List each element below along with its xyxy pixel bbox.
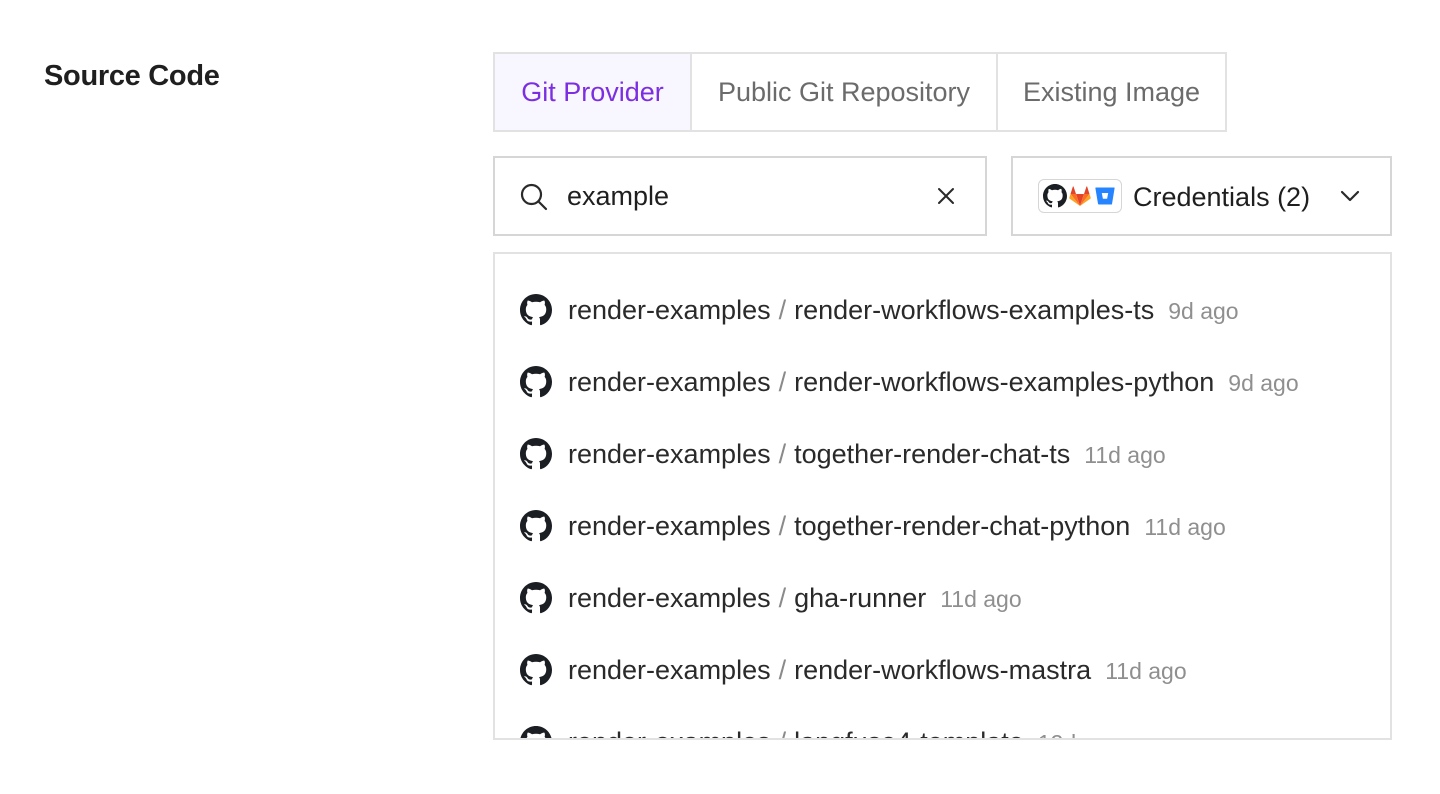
- repo-owner: render-examples: [568, 583, 771, 613]
- repo-name: render-workflows-mastra: [794, 655, 1092, 685]
- repo-row[interactable]: render-examples / together-render-chat-pyt…: [495, 496, 1390, 556]
- repo-owner: render-examples: [568, 367, 771, 397]
- gitlab-icon: [1068, 184, 1092, 208]
- repo-row[interactable]: render-examples / together-render-chat-ts 1…: [495, 424, 1390, 484]
- repo-updated: 9d ago: [1228, 370, 1299, 396]
- repo-separator: /: [778, 439, 787, 469]
- repo-search-box: [493, 156, 987, 236]
- repo-name: together-render-chat-python: [794, 511, 1131, 541]
- repo-separator: /: [778, 511, 787, 541]
- repo-updated: 11d ago: [940, 586, 1022, 612]
- repo-separator: /: [778, 583, 787, 613]
- github-icon: [520, 294, 552, 326]
- repo-separator: /: [778, 367, 787, 397]
- provider-icons: [1038, 179, 1122, 213]
- repo-name: gha-runner: [794, 583, 927, 613]
- repo-row[interactable]: render-examples / gha-runner 11d ago: [495, 568, 1390, 628]
- repo-label: render-examples / gha-runner 11d ago: [568, 578, 1022, 619]
- github-icon: [520, 438, 552, 470]
- repo-name: render-workflows-examples-python: [794, 367, 1215, 397]
- repo-updated: 11d ago: [1084, 442, 1166, 468]
- repo-separator: /: [778, 655, 787, 685]
- github-icon: [520, 510, 552, 542]
- section-title: Source Code: [44, 60, 220, 92]
- repo-updated: 12d ago: [1038, 730, 1121, 738]
- repo-label: render-examples / together-render-chat-ts 1…: [568, 434, 1166, 475]
- github-icon: [520, 726, 552, 738]
- github-icon: [520, 654, 552, 686]
- repo-row[interactable]: render-examples / render-workflows-mastra 1…: [495, 640, 1390, 700]
- tab-public-git-repository[interactable]: Public Git Repository: [690, 54, 996, 130]
- repo-updated: 11d ago: [1144, 514, 1226, 540]
- repo-updated: 9d ago: [1168, 298, 1239, 324]
- repo-owner: render-examples: [568, 295, 771, 325]
- repo-row[interactable]: render-examples / render-workflows-example…: [495, 280, 1390, 340]
- repo-row[interactable]: render-examples / render-workflows-example…: [495, 352, 1390, 412]
- github-icon: [520, 582, 552, 614]
- repo-separator: /: [779, 727, 787, 738]
- repo-owner: render-examples: [568, 727, 771, 738]
- repo-label: render-examples / render-workflows-example…: [568, 290, 1239, 331]
- page: Source Code Git Provider Public Git Repo…: [0, 0, 1440, 794]
- repo-row[interactable]: render-examples / langfuse4-template 12d ag…: [495, 712, 1390, 738]
- repo-name: render-workflows-examples-ts: [794, 295, 1155, 325]
- repo-updated: 11d ago: [1105, 658, 1187, 684]
- repo-name: together-render-chat-ts: [794, 439, 1071, 469]
- repo-label: render-examples / render-workflows-mastra 1…: [568, 650, 1187, 691]
- repo-results-list: render-examples / render-workflows-example…: [493, 252, 1392, 740]
- repo-label: render-examples / langfuse4-template 12d ag…: [568, 722, 1121, 738]
- github-icon: [1042, 184, 1067, 208]
- credentials-dropdown[interactable]: Credentials (2): [1011, 156, 1392, 236]
- credentials-label: Credentials (2): [1133, 182, 1311, 212]
- source-tabs: Git Provider Public Git Repository Exist…: [493, 52, 1227, 132]
- bitbucket-icon: [1093, 184, 1117, 208]
- search-icon: [520, 183, 548, 211]
- repo-label: render-examples / render-workflows-example…: [568, 362, 1299, 403]
- chevron-down-icon: [1340, 190, 1360, 202]
- repo-owner: render-examples: [568, 511, 771, 541]
- repo-owner: render-examples: [568, 655, 771, 685]
- repo-separator: /: [778, 295, 787, 325]
- repo-label: render-examples / together-render-chat-pyt…: [568, 506, 1226, 547]
- tab-existing-image[interactable]: Existing Image: [996, 54, 1225, 130]
- tab-git-provider[interactable]: Git Provider: [495, 54, 690, 130]
- repo-name: langfuse4-template: [794, 727, 1024, 738]
- github-icon: [520, 366, 552, 398]
- repo-owner: render-examples: [568, 439, 771, 469]
- close-icon[interactable]: [935, 185, 957, 207]
- search-input[interactable]: [567, 176, 907, 216]
